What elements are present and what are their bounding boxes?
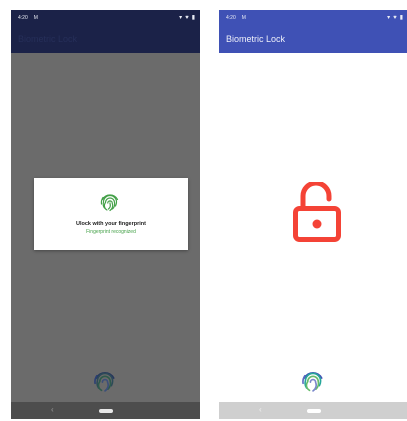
notification-icon: M [241, 14, 246, 21]
app-title: Biometric Lock [18, 34, 78, 44]
status-bar: 4:20 M ▾ ♥ ▮ [219, 10, 407, 25]
status-time: 4:20 [226, 14, 236, 21]
phone-screen-dialog: 4:20 M ▾ ♥ ▮ Biometric Lock Ulock with y… [11, 10, 200, 419]
fingerprint-icon[interactable] [299, 367, 327, 395]
fingerprint-icon[interactable] [91, 367, 119, 395]
main-content [219, 53, 407, 402]
notification-icon: M [33, 14, 38, 21]
dimmed-content[interactable]: Ulock with your fingerprint Fingerprint … [11, 53, 200, 402]
wifi-icon: ♥ [185, 14, 189, 21]
wifi-icon: ♥ [393, 14, 397, 21]
back-icon[interactable]: ‹ [259, 405, 262, 415]
app-bar: Biometric Lock [11, 25, 200, 53]
status-time: 4:20 [18, 14, 28, 21]
navigation-bar: ‹ [219, 402, 407, 419]
fingerprint-icon [100, 194, 119, 212]
dialog-title: Ulock with your fingerprint [76, 221, 146, 227]
back-icon[interactable]: ‹ [51, 405, 54, 415]
battery-icon: ▮ [191, 15, 195, 21]
home-icon[interactable] [98, 408, 113, 413]
screenshot-canvas: 4:20 M ▾ ♥ ▮ Biometric Lock Ulock with y… [0, 0, 407, 421]
home-icon[interactable] [306, 408, 321, 413]
signal-icon: ▾ [387, 15, 391, 21]
app-bar: Biometric Lock [219, 25, 407, 53]
signal-icon: ▾ [179, 15, 183, 21]
dialog-status-text: Fingerprint recognized [86, 229, 136, 235]
fingerprint-dialog: Ulock with your fingerprint Fingerprint … [34, 178, 188, 250]
unlock-icon [293, 182, 341, 242]
battery-icon: ▮ [399, 15, 403, 21]
navigation-bar: ‹ [11, 402, 200, 419]
status-bar: 4:20 M ▾ ♥ ▮ [11, 10, 200, 25]
app-title: Biometric Lock [226, 34, 286, 44]
phone-screen-unlocked: 4:20 M ▾ ♥ ▮ Biometric Lock ‹ [219, 10, 407, 419]
